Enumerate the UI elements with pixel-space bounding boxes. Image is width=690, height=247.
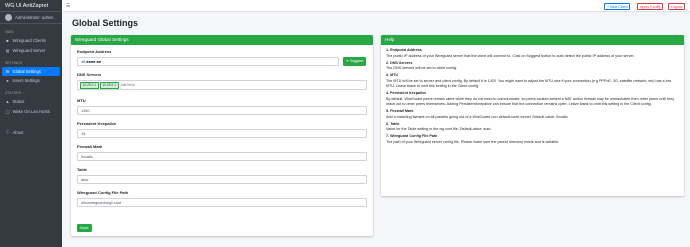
- save-button[interactable]: Save: [77, 224, 92, 232]
- nav-header-main: MAIN: [5, 30, 14, 34]
- dns-label: DNS Servers: [77, 72, 102, 77]
- sidebar-item-global-settings[interactable]: ⚙ Global Settings: [2, 66, 60, 76]
- info-icon: ⓘ: [5, 129, 10, 134]
- endpoint-input[interactable]: 46.■■■■.■■: [77, 57, 339, 66]
- chart-icon: ▲: [5, 99, 10, 104]
- help-item-text: The path of your Wireguard server config…: [386, 139, 560, 144]
- table-label: Table: [77, 167, 88, 172]
- sidebar-item-label: Global Settings: [12, 68, 41, 74]
- help-item: 7. Wireguard Config File Path The path o…: [386, 134, 679, 145]
- dns-tag[interactable]: 10.29.0.1: [80, 81, 99, 89]
- mtu-input[interactable]: 1450: [77, 106, 367, 115]
- user-panel: Administrator: admin: [0, 12, 62, 24]
- global-settings-card: Wireguard Global Settings Endpoint Addre…: [71, 35, 373, 236]
- mtu-label: MTU: [77, 98, 86, 103]
- avatar: [5, 14, 12, 21]
- table-input[interactable]: auto: [77, 175, 367, 184]
- suggest-button[interactable]: ✦ Suggest: [343, 57, 367, 66]
- sidebar-item-label: Wireguard Clients: [12, 38, 46, 43]
- help-item: 3. MTU The MTU will be set to server and…: [386, 73, 679, 90]
- brand-title[interactable]: WG UI AntiZapret: [0, 0, 62, 12]
- help-item: 4. Persistent Keepalive By default, Wire…: [386, 91, 679, 108]
- sidebar-item-label: Status: [12, 99, 25, 104]
- user-name: Administrator: admin: [15, 15, 54, 20]
- sidebar-item-label: Wake On Lan Hosts: [12, 108, 50, 114]
- config-path-input[interactable]: /etc/wireguard/wg0.conf: [77, 198, 367, 207]
- help-item-text: The DNS servers will be set to client co…: [386, 66, 458, 70]
- apply-config-button[interactable]: Apply Config: [637, 2, 664, 10]
- help-item: 2. DNS Servers The DNS servers will be s…: [386, 61, 679, 72]
- new-client-button[interactable]: + New Client: [604, 2, 631, 10]
- users-icon: ■: [6, 38, 9, 43]
- fwmark-label: Firewall Mark: [77, 144, 103, 149]
- dns-tags-input[interactable]: 10.29.0.1 10.29.0.1 Add More: [77, 80, 367, 90]
- help-card: Help 1. Endpoint Address The public IP a…: [381, 35, 684, 196]
- endpoint-label: Endpoint Address: [77, 49, 112, 54]
- help-item-text: Add a matching fwmark on all packets goi…: [386, 114, 568, 119]
- help-item: 1. Endpoint Address The public IP addres…: [386, 48, 679, 59]
- sidebar-item-label: Users Settings: [12, 78, 40, 83]
- sidebar-item-status[interactable]: ▲ Status: [2, 97, 60, 106]
- help-card-header: Help: [381, 35, 684, 45]
- keepalive-input[interactable]: 15: [77, 129, 367, 138]
- help-item: 5. Firewall Mark Add a matching fwmark o…: [386, 109, 679, 120]
- help-item-text: The public IP address of your Wireguard …: [386, 53, 635, 58]
- card-header: Wireguard Global Settings: [71, 35, 373, 45]
- suggest-label: Suggest: [350, 59, 364, 63]
- sidebar-item-users-settings[interactable]: ● Users Settings: [2, 76, 60, 85]
- help-body: 1. Endpoint Address The public IP addres…: [381, 45, 684, 150]
- sidebar-item-wireguard-server[interactable]: ▤ Wireguard Server: [2, 46, 60, 55]
- sidebar-item-wireguard-clients[interactable]: ■ Wireguard Clients: [2, 36, 60, 45]
- user-cog-icon: ●: [6, 78, 9, 83]
- config-path-label: Wireguard Config File Path: [77, 190, 129, 195]
- page-title: Global Settings: [72, 18, 139, 28]
- sidebar-item-label: About: [12, 129, 24, 135]
- logout-button[interactable]: Logout: [668, 2, 685, 10]
- dns-add-more[interactable]: Add More: [121, 81, 135, 89]
- sidebar-item-about[interactable]: ⓘ About: [2, 128, 60, 137]
- nav-header-settings: SETTINGS: [5, 60, 22, 65]
- sidebar-item-wake-on-lan[interactable]: ◯ Wake On Lan Hosts: [2, 107, 60, 116]
- server-icon: ▤: [5, 47, 10, 53]
- help-item-text: The MTU will be set to server and client…: [386, 78, 672, 89]
- keepalive-label: Persistent Keepalive: [77, 121, 117, 126]
- fwmark-input[interactable]: 0xca6c: [77, 152, 367, 161]
- top-navbar: ☰ + New Client Apply Config Logout: [62, 0, 690, 12]
- nav-header-utilities: UTILITIES: [5, 91, 21, 95]
- cog-icon: ⚙: [5, 68, 10, 74]
- power-icon: ◯: [5, 108, 10, 114]
- sidebar: WG UI AntiZapret Administrator: admin MA…: [0, 0, 62, 247]
- sidebar-item-label: Wireguard Server: [12, 47, 46, 53]
- help-item-text: Value for the Table setting in the wg co…: [386, 127, 491, 131]
- help-item-text: By default, WireGuard peers remain silen…: [386, 96, 675, 107]
- help-item: 6. Table Value for the Table setting in …: [386, 122, 679, 133]
- menu-toggle-icon[interactable]: ☰: [66, 3, 70, 9]
- dns-tag[interactable]: 10.29.0.1: [99, 81, 119, 89]
- nav-header-about: [0, 121, 62, 128]
